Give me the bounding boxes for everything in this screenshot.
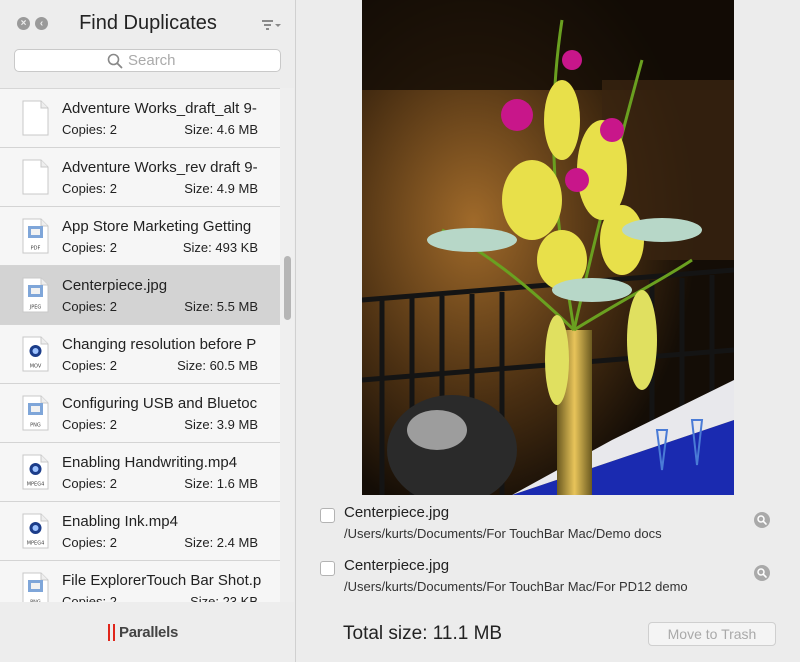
reveal-in-finder-icon[interactable] xyxy=(754,565,770,581)
mov-file-icon: MOV xyxy=(22,336,49,372)
file-name: Adventure Works_draft_alt 9- xyxy=(62,100,257,117)
sidebar: × ‹ Find Duplicates Adventure Works_draf… xyxy=(0,0,296,662)
select-copy-checkbox[interactable] xyxy=(320,561,335,576)
file-size: Size: 1.6 MB xyxy=(184,476,258,491)
file-name: App Store Marketing Getting xyxy=(62,218,252,235)
copies-count: Copies: 2 xyxy=(62,417,117,432)
file-name: Enabling Ink.mp4 xyxy=(62,513,178,530)
copies-count: Copies: 2 xyxy=(62,299,117,314)
file-size: Size: 60.5 MB xyxy=(177,358,258,373)
mpeg4-file-icon: MPEG4 xyxy=(22,454,49,490)
file-size: Size: 4.9 MB xyxy=(184,181,258,196)
copies-count: Copies: 2 xyxy=(62,240,117,255)
window-title: Find Duplicates xyxy=(79,12,217,34)
file-row[interactable]: Adventure Works_rev draft 9- Copies: 2 S… xyxy=(0,148,280,207)
file-size: Size: 4.6 MB xyxy=(184,122,258,137)
blank-document-icon xyxy=(22,100,49,136)
duplicate-file-name: Centerpiece.jpg xyxy=(344,504,450,521)
copies-count: Copies: 2 xyxy=(62,476,117,491)
list-scrollbar[interactable] xyxy=(280,88,294,602)
duplicate-location: Centerpiece.jpg /Users/kurts/Documents/F… xyxy=(320,504,780,544)
brand-name: Parallels xyxy=(119,624,179,641)
copies-count: Copies: 2 xyxy=(62,594,117,602)
copies-count: Copies: 2 xyxy=(62,122,117,137)
png-file-icon: PNG xyxy=(22,395,49,431)
file-row[interactable]: MPEG4 Enabling Ink.mp4 Copies: 2 Size: 2… xyxy=(0,502,280,561)
file-row[interactable]: PDF App Store Marketing Getting Copies: … xyxy=(0,207,280,266)
duplicate-file-path: /Users/kurts/Documents/For TouchBar Mac/… xyxy=(344,526,662,541)
reveal-in-finder-icon[interactable] xyxy=(754,512,770,528)
file-row[interactable]: PNG File ExplorerTouch Bar Shot.p Copies… xyxy=(0,561,280,602)
file-size: Size: 23 KB xyxy=(190,594,258,602)
pdf-file-icon: PDF xyxy=(22,218,49,254)
file-row[interactable]: JPEG Centerpiece.jpg Copies: 2 Size: 5.5… xyxy=(0,266,280,325)
file-name: Changing resolution before P xyxy=(62,336,257,353)
parallels-bars-icon xyxy=(107,624,117,641)
jpeg-file-icon: JPEG xyxy=(22,277,49,313)
file-type-badge: MPEG4 xyxy=(27,541,45,547)
file-name: Centerpiece.jpg xyxy=(62,277,168,294)
file-row[interactable]: MOV Changing resolution before P Copies:… xyxy=(0,325,280,384)
file-row[interactable]: PNG Configuring USB and Bluetoc Copies: … xyxy=(0,384,280,443)
search-icon xyxy=(107,53,123,68)
file-type-badge: PNG xyxy=(30,423,41,429)
file-name: Adventure Works_rev draft 9- xyxy=(62,159,258,176)
scrollbar-thumb[interactable] xyxy=(284,256,291,320)
file-size: Size: 5.5 MB xyxy=(184,299,258,314)
search-input[interactable] xyxy=(128,52,188,69)
file-size: Size: 3.9 MB xyxy=(184,417,258,432)
file-size: Size: 493 KB xyxy=(182,240,258,255)
duplicates-list[interactable]: Adventure Works_draft_alt 9- Copies: 2 S… xyxy=(0,88,280,602)
file-size: Size: 2.4 MB xyxy=(184,535,258,550)
duplicate-file-path: /Users/kurts/Documents/For TouchBar Mac/… xyxy=(344,579,688,594)
file-type-badge: JPEG xyxy=(29,305,42,311)
blank-document-icon xyxy=(22,159,49,195)
move-to-trash-button[interactable]: Move to Trash xyxy=(648,622,776,646)
file-name: File ExplorerTouch Bar Shot.p xyxy=(62,572,262,589)
file-name: Configuring USB and Bluetoc xyxy=(62,395,258,412)
file-name: Enabling Handwriting.mp4 xyxy=(62,454,238,471)
copies-count: Copies: 2 xyxy=(62,535,117,550)
file-type-badge: PNG xyxy=(30,600,41,603)
search-field[interactable] xyxy=(14,49,281,72)
mpeg4-file-icon: MPEG4 xyxy=(22,513,49,549)
sort-menu-icon[interactable] xyxy=(262,18,282,32)
total-size: Total size: 11.1 MB xyxy=(343,623,503,644)
image-preview xyxy=(362,0,734,495)
select-copy-checkbox[interactable] xyxy=(320,508,335,523)
file-row[interactable]: MPEG4 Enabling Handwriting.mp4 Copies: 2… xyxy=(0,443,280,502)
file-type-badge: MPEG4 xyxy=(27,482,45,488)
file-row[interactable]: Adventure Works_draft_alt 9- Copies: 2 S… xyxy=(0,89,280,148)
file-type-badge: MOV xyxy=(30,364,42,370)
duplicate-file-name: Centerpiece.jpg xyxy=(344,557,450,574)
copies-count: Copies: 2 xyxy=(62,358,117,373)
file-type-badge: PDF xyxy=(31,246,41,252)
copies-count: Copies: 2 xyxy=(62,181,117,196)
duplicate-location: Centerpiece.jpg /Users/kurts/Documents/F… xyxy=(320,557,780,597)
centerpiece-photo xyxy=(362,0,734,495)
png-file-icon: PNG xyxy=(22,572,49,602)
parallels-logo: Parallels xyxy=(107,624,178,641)
